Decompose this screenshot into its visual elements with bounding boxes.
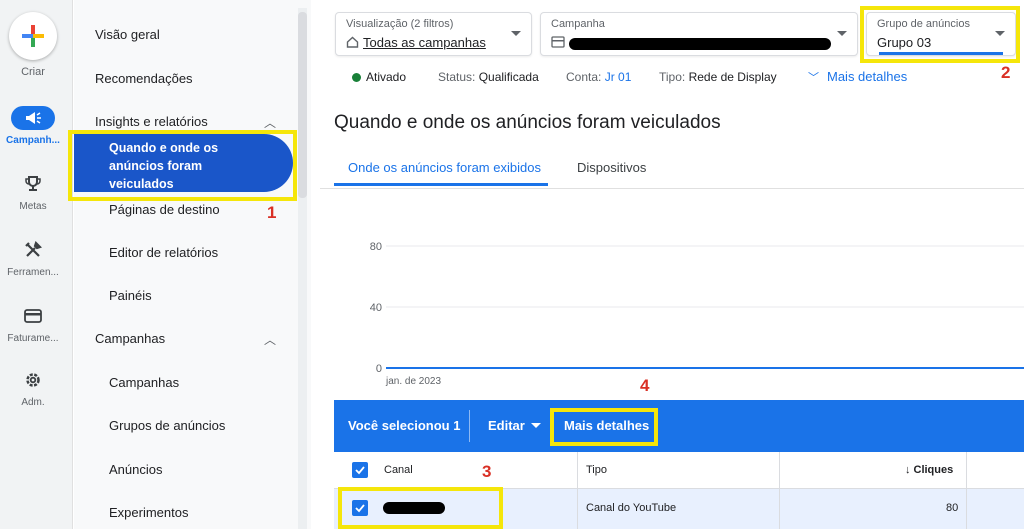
header-clicks-text: Cliques xyxy=(913,464,954,476)
rail-label-goals: Metas xyxy=(19,201,47,212)
nav-overview[interactable]: Visão geral xyxy=(95,27,160,42)
annotation-number-4: 4 xyxy=(640,376,650,395)
rail-label-billing: Faturame... xyxy=(7,333,59,344)
more-details-link[interactable]: ﹀ Mais detalhes xyxy=(808,69,907,85)
highlight-box-nav xyxy=(68,130,297,201)
y-tick-label: 40 xyxy=(370,302,382,314)
rail-item-campaigns[interactable]: Campanh... xyxy=(0,106,66,146)
row-clicks: 80 xyxy=(946,502,959,514)
nav-ad-groups[interactable]: Grupos de anúncios xyxy=(109,418,225,433)
edit-label: Editar xyxy=(488,418,525,433)
highlight-box-more-details xyxy=(550,408,658,446)
more-details-text: Mais detalhes xyxy=(827,69,908,84)
status-type: Tipo: Rede de Display xyxy=(659,70,777,84)
nav-experiments[interactable]: Experimentos xyxy=(109,505,188,520)
tools-icon xyxy=(11,238,55,262)
nav-landing-pages[interactable]: Páginas de destino xyxy=(109,202,220,217)
app-root: Criar Campanh... Metas Ferramen... Fatur… xyxy=(0,0,1024,529)
rail-item-tools[interactable]: Ferramen... xyxy=(0,238,66,278)
rail-label-admin: Adm. xyxy=(21,397,45,408)
credit-card-icon xyxy=(11,304,55,328)
rail-item-goals[interactable]: Metas xyxy=(0,172,66,212)
row-type: Canal do YouTube xyxy=(586,502,677,514)
highlight-box-row xyxy=(338,487,503,529)
tab-devices[interactable]: Dispositivos xyxy=(577,160,646,175)
selection-divider xyxy=(469,410,470,442)
tabs-divider xyxy=(320,188,1024,189)
nav-recommendations[interactable]: Recomendações xyxy=(95,71,193,86)
caret-down-icon xyxy=(530,423,541,428)
side-nav: Visão geral Recomendações Insights e rel… xyxy=(74,0,311,529)
campaign-filter-dropdown[interactable]: Campanha xyxy=(540,12,858,56)
chevron-up-icon[interactable]: ︿ xyxy=(264,331,276,348)
chevron-up-icon[interactable]: ︿ xyxy=(264,114,276,131)
view-filter-dropdown[interactable]: Visualização (2 filtros) Todas as campan… xyxy=(335,12,532,56)
home-icon xyxy=(346,36,359,48)
chevron-down-icon: ﹀ xyxy=(808,72,819,84)
create-label: Criar xyxy=(21,66,45,78)
y-tick-label: 0 xyxy=(376,363,382,375)
megaphone-icon xyxy=(11,106,55,130)
status-enabled: Ativado xyxy=(352,70,406,84)
annotation-number-3: 3 xyxy=(482,462,492,481)
y-tick-label: 80 xyxy=(370,241,382,253)
selection-count: Você selecionou 1 xyxy=(348,418,461,433)
performance-chart: 80 40 0jan. de 2023 xyxy=(370,241,1024,387)
column-separator xyxy=(577,452,578,529)
caret-down-icon xyxy=(837,31,847,36)
rail-label-tools: Ferramen... xyxy=(7,267,59,278)
column-separator xyxy=(779,452,780,529)
nav-insights-section[interactable]: Insights e relatórios xyxy=(95,114,208,129)
left-rail: Criar Campanh... Metas Ferramen... Fatur… xyxy=(0,0,73,529)
edit-menu-button[interactable]: Editar xyxy=(488,418,541,433)
active-tab-indicator xyxy=(334,183,548,186)
rail-item-admin[interactable]: Adm. xyxy=(0,368,66,408)
status-state: Ativado xyxy=(366,70,407,84)
caret-down-icon xyxy=(511,31,521,36)
create-button[interactable] xyxy=(9,12,57,60)
highlight-box-adgroup xyxy=(860,6,1020,63)
nav-campaigns[interactable]: Campanhas xyxy=(109,375,179,390)
gear-icon xyxy=(11,368,55,392)
header-type[interactable]: Tipo xyxy=(586,464,607,476)
campaign-icon xyxy=(551,36,565,48)
sort-down-arrow-icon: ↓ xyxy=(905,464,911,476)
tab-placements[interactable]: Onde os anúncios foram exibidos xyxy=(348,160,541,175)
account-link[interactable]: Jr 01 xyxy=(605,70,632,84)
select-all-checkbox[interactable] xyxy=(352,462,368,478)
plus-icon xyxy=(22,25,44,47)
trophy-icon xyxy=(11,172,55,196)
view-filter-value-text: Todas as campanhas xyxy=(363,35,486,50)
check-icon xyxy=(355,466,365,475)
x-tick-label: jan. de 2023 xyxy=(385,376,441,387)
redacted-campaign-name xyxy=(569,38,831,50)
sidenav-scrollbar-thumb[interactable] xyxy=(298,12,307,198)
status-dot xyxy=(352,73,361,82)
header-channel[interactable]: Canal xyxy=(384,464,413,476)
nav-campaigns-section[interactable]: Campanhas xyxy=(95,331,165,346)
type-value: Rede de Display xyxy=(688,70,777,84)
header-clicks[interactable]: ↓ Cliques xyxy=(905,464,953,476)
annotation-number-2: 2 xyxy=(1001,63,1011,82)
status-account: Conta: Jr 01 xyxy=(566,70,631,84)
nav-report-editor[interactable]: Editor de relatórios xyxy=(109,245,218,260)
account-label: Conta: xyxy=(566,70,602,84)
nav-dashboards[interactable]: Painéis xyxy=(109,288,152,303)
campaign-filter-caption: Campanha xyxy=(551,18,605,30)
status-label: Status: xyxy=(438,70,476,84)
view-filter-value: Todas as campanhas xyxy=(346,35,486,50)
type-label: Tipo: xyxy=(659,70,686,84)
column-separator xyxy=(966,452,967,529)
page-title: Quando e onde os anúncios foram veiculad… xyxy=(334,112,721,133)
rail-label-campaigns: Campanh... xyxy=(6,135,60,146)
annotation-number-1: 1 xyxy=(267,203,277,222)
rail-item-billing[interactable]: Faturame... xyxy=(0,304,66,344)
nav-ads[interactable]: Anúncios xyxy=(109,462,162,477)
campaign-filter-value xyxy=(551,35,565,50)
status-qualification: Status: Qualificada xyxy=(438,70,539,84)
view-filter-caption: Visualização (2 filtros) xyxy=(346,18,454,30)
status-value: Qualificada xyxy=(478,70,539,84)
